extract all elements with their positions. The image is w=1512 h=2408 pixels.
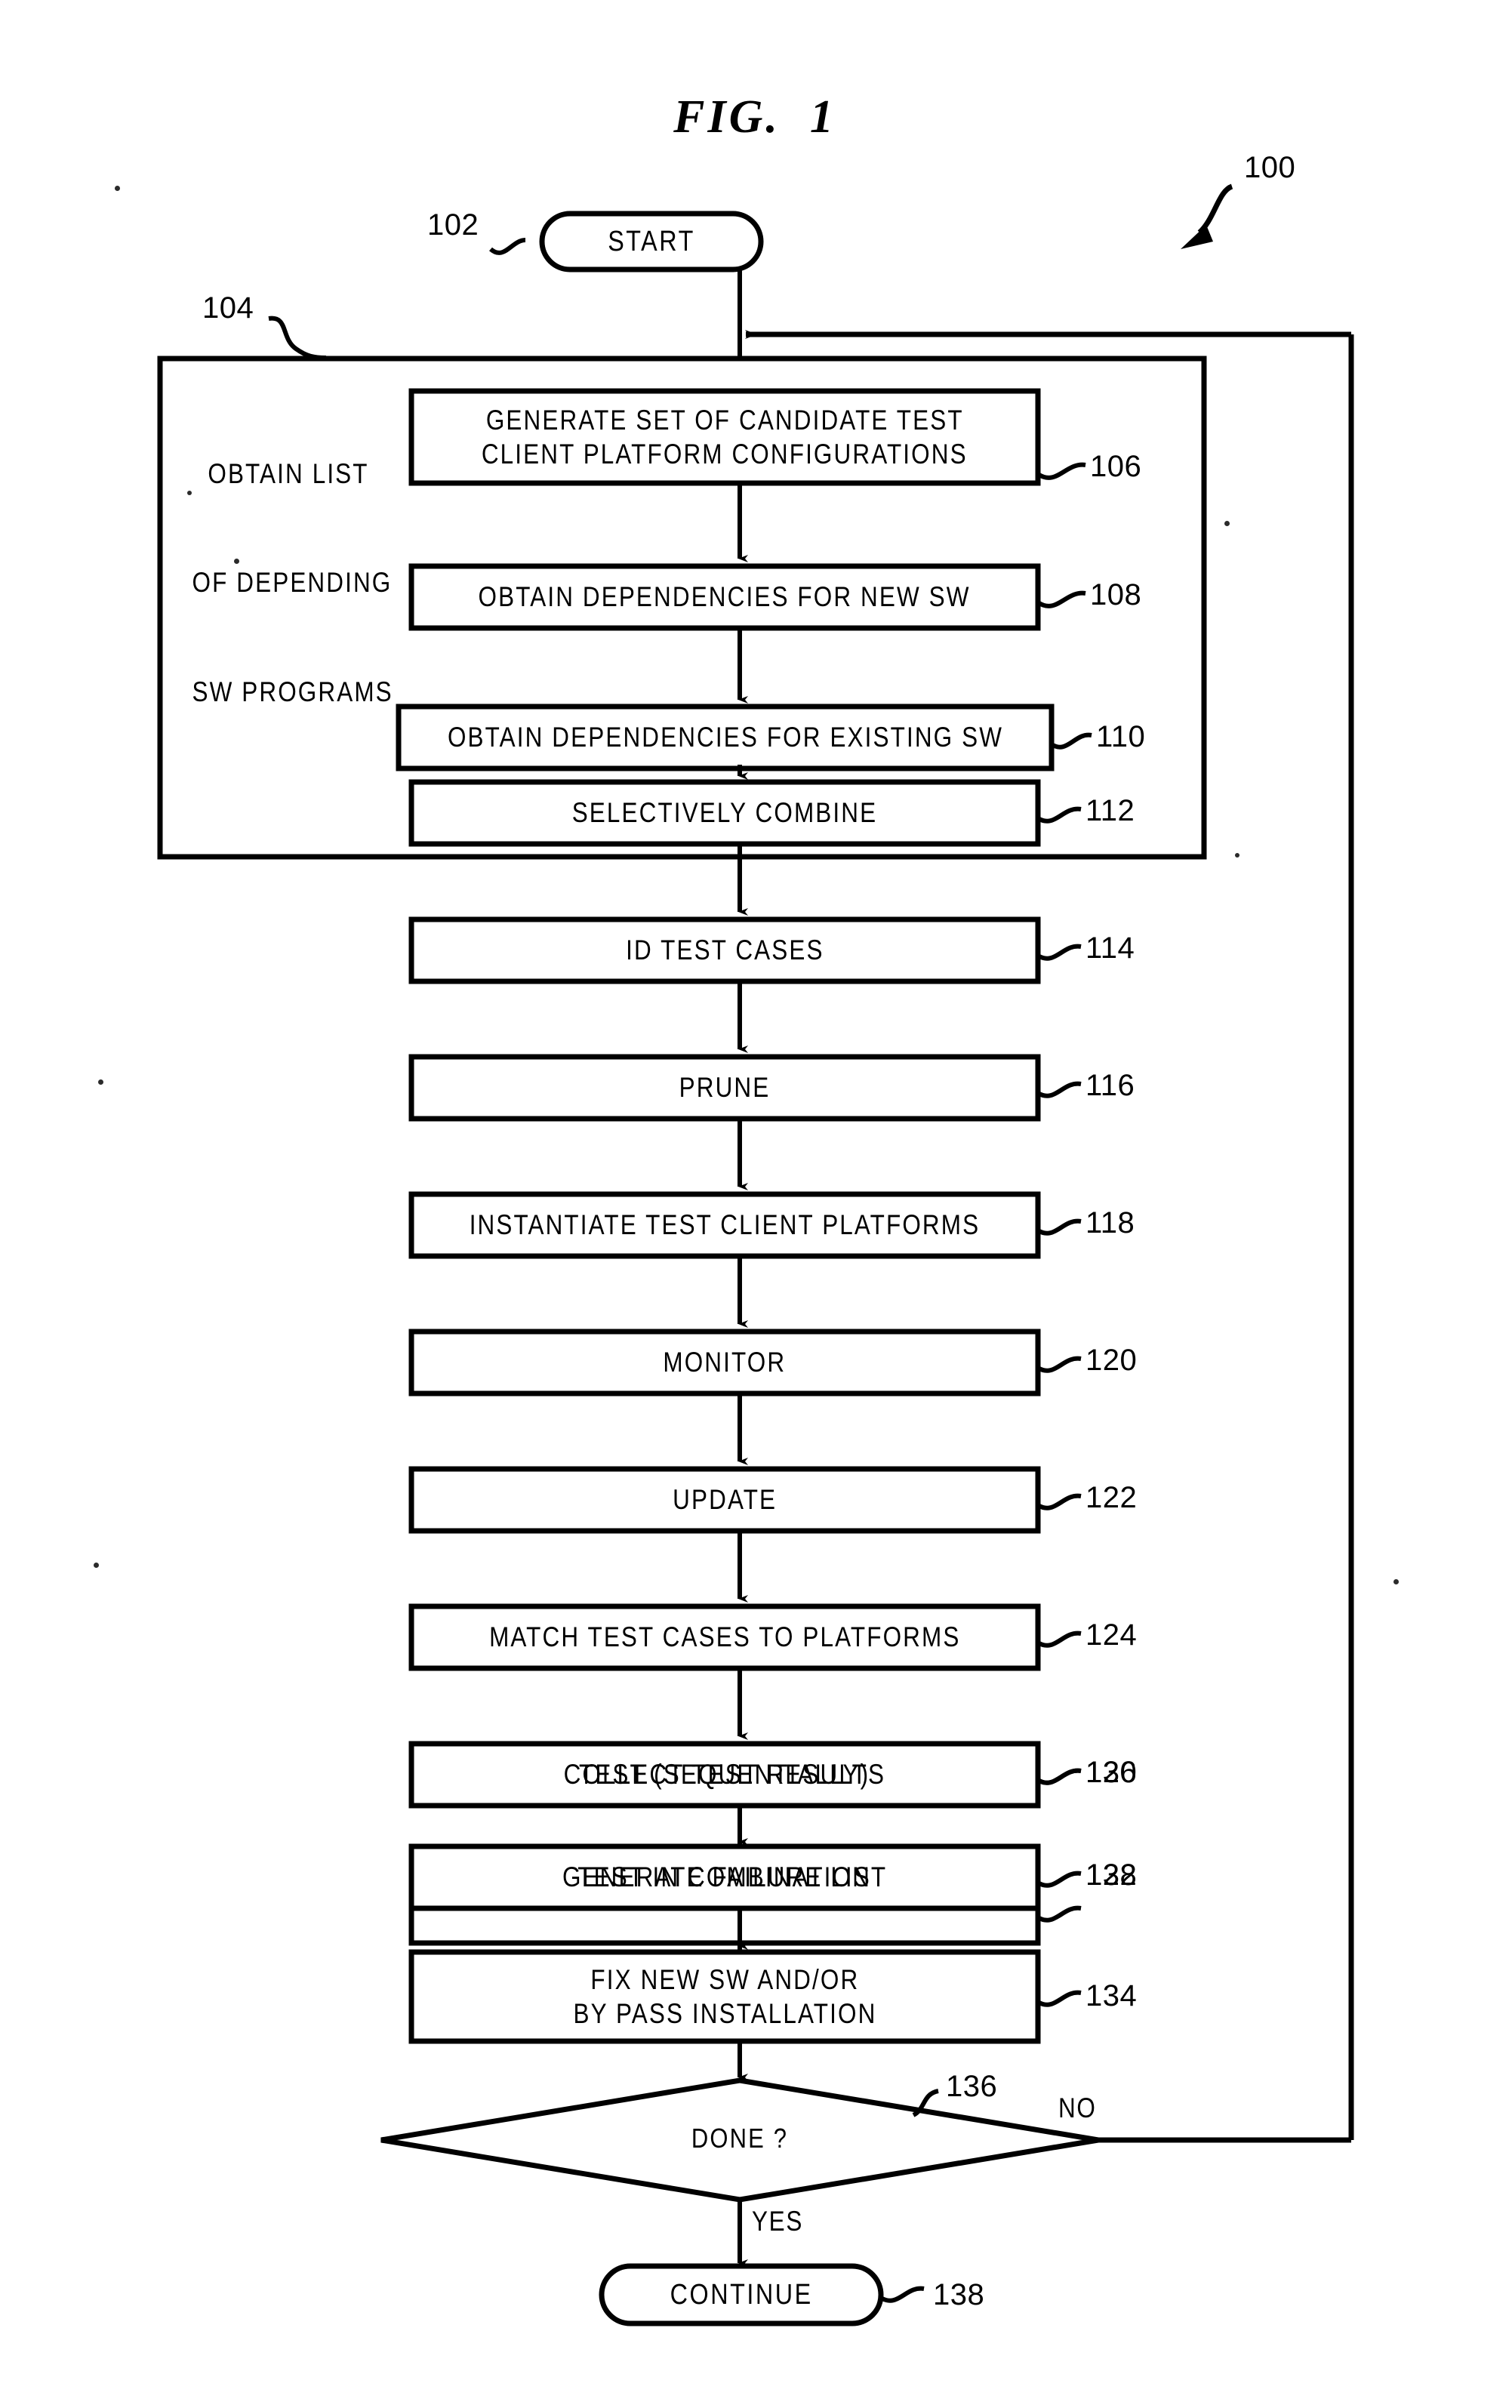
ref-numeral-104: 104 <box>202 291 254 325</box>
ref-numeral-120: 120 <box>1085 1344 1138 1377</box>
scan-speck <box>94 1563 99 1568</box>
leader-122 <box>1036 1493 1082 1510</box>
leader-126 <box>1036 1768 1082 1785</box>
leader-114 <box>1036 944 1082 961</box>
leader-118 <box>1036 1218 1082 1236</box>
ref-numeral-114: 114 <box>1085 931 1135 965</box>
scan-speck <box>234 559 239 564</box>
leader-128 <box>1036 1905 1082 1923</box>
start-terminal-label: START <box>608 225 695 257</box>
scan-speck <box>1224 521 1230 526</box>
scan-speck <box>115 186 120 191</box>
scan-speck <box>98 1079 103 1085</box>
process-box-108-label: OBTAIN DEPENDENCIES FOR NEW SW <box>478 581 972 613</box>
leader-132 <box>1036 2180 1082 2197</box>
process-box-124-label: MATCH TEST CASES TO PLATFORMS <box>488 1621 961 1653</box>
process-box-132-label: GENERATE FAILURE LIST <box>562 1861 888 1893</box>
leader-124 <box>1036 1630 1082 1648</box>
ref-numeral-108: 108 <box>1090 578 1142 611</box>
process-box-130-label: COLLECT TEST RESULTS <box>563 1759 886 1791</box>
leader-102 <box>489 238 526 255</box>
figure-title: FIG. 1 <box>673 91 836 143</box>
ref-numeral-116: 116 <box>1085 1069 1135 1102</box>
scan-speck <box>1393 1579 1399 1584</box>
process-box-110-label: OBTAIN DEPENDENCIES FOR EXISTING SW <box>447 722 1003 753</box>
process-box-132 <box>408 2153 1041 2221</box>
ref-numeral-132: 132 <box>1085 1858 1138 1892</box>
ref-numeral-102: 102 <box>427 208 479 242</box>
continue-terminal-label: CONTINUE <box>670 2278 813 2311</box>
process-box-116-label: PRUNE <box>679 1072 771 1104</box>
group-box-label: OBTAIN LIST OF DEPENDING SW PROGRAMS <box>192 458 393 707</box>
process-box-120-label: MONITOR <box>663 1347 787 1378</box>
scan-speck <box>187 491 192 495</box>
ref-numeral-110: 110 <box>1096 720 1146 753</box>
branch-label-yes: YES <box>752 2206 804 2237</box>
scan-speck <box>1235 853 1239 858</box>
ref-numeral-122: 122 <box>1085 1481 1138 1514</box>
ref-numeral-112: 112 <box>1085 794 1135 827</box>
ref-numeral-136: 136 <box>946 2070 998 2103</box>
leader-116 <box>1036 1081 1082 1098</box>
ref-numeral-118: 118 <box>1085 1206 1135 1239</box>
ref-numeral-138: 138 <box>933 2278 985 2311</box>
process-box-118-label: INSTANTIATE TEST CLIENT PLATFORMS <box>469 1209 981 1241</box>
process-box-134-label: FIX NEW SW AND/OR BY PASS INSTALLATION <box>573 1963 876 2029</box>
leader-104 <box>268 316 327 360</box>
ref-numeral-106: 106 <box>1090 450 1142 483</box>
process-box-106-label: GENERATE SET OF CANDIDATE TEST CLIENT PLA… <box>482 404 968 470</box>
ref-numeral-130: 130 <box>1085 1756 1138 1789</box>
branch-label-no: NO <box>1058 2092 1097 2123</box>
leader-100 <box>1197 183 1233 235</box>
leader-130 <box>1036 2043 1082 2060</box>
process-box-122-label: UPDATE <box>673 1484 777 1516</box>
process-box-112-label: SELECTIVELY COMBINE <box>571 797 878 829</box>
ref-numeral-100: 100 <box>1244 151 1296 184</box>
ref-numeral-134: 134 <box>1085 1979 1138 2012</box>
patent-figure-page: FIG. 1 100 START 102 104 OBTAIN LIST OF … <box>0 0 1512 2408</box>
process-box-114-label: ID TEST CASES <box>625 935 824 966</box>
ref-numeral-124: 124 <box>1085 1618 1138 1652</box>
leader-120 <box>1036 1356 1082 1373</box>
